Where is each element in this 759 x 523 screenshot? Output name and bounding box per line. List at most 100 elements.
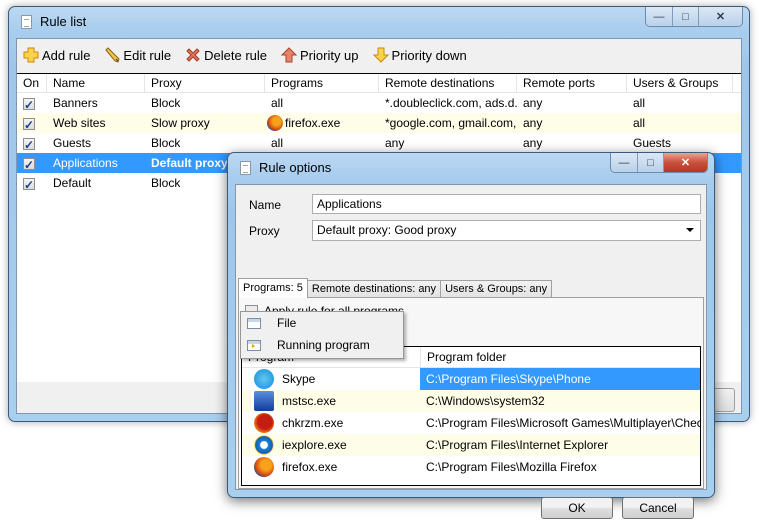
dialog-maximize-button[interactable]: □: [637, 153, 663, 172]
program-name: Skype: [282, 372, 316, 386]
proxy-select[interactable]: Default proxy: Good proxy: [312, 220, 701, 241]
document-icon: [21, 15, 32, 29]
program-folder: C:\Program Files\Internet Explorer: [426, 438, 609, 452]
checkers-icon: [254, 413, 274, 433]
column-header-users-groups[interactable]: Users & Groups: [627, 74, 733, 92]
rule-users: Guests: [633, 136, 672, 150]
tab-programs[interactable]: Programs: 5: [238, 278, 308, 298]
rule-name: Web sites: [53, 116, 106, 130]
window-title: Rule list: [40, 14, 87, 29]
program-row[interactable]: chkrzm.exe C:\Program Files\Microsoft Ga…: [242, 412, 700, 434]
dialog-close-button[interactable]: ✕: [663, 153, 707, 172]
close-icon: ✕: [680, 157, 691, 169]
tab-remote-destinations[interactable]: Remote destinations: any: [306, 280, 442, 298]
menu-item-label: File: [277, 316, 297, 330]
pencil-icon: [104, 47, 120, 63]
priority-up-button[interactable]: Priority up: [280, 43, 359, 67]
running-program-icon: [247, 339, 261, 351]
priority-down-label: Priority down: [391, 47, 467, 63]
program-row[interactable]: iexplore.exe C:\Program Files\Internet E…: [242, 434, 700, 456]
program-folder: C:\Windows\system32: [426, 394, 545, 408]
table-row[interactable]: Web sites Slow proxy firefox.exe *google…: [17, 113, 741, 133]
cancel-button[interactable]: Cancel: [622, 497, 694, 519]
menu-item-running-program[interactable]: Running program: [241, 334, 403, 356]
rule-enabled-checkbox[interactable]: [23, 155, 35, 173]
rule-users: all: [633, 96, 646, 110]
edit-rule-button[interactable]: Edit rule: [104, 43, 171, 67]
add-rule-label: Add rule: [42, 47, 91, 63]
name-input[interactable]: Applications: [312, 194, 701, 214]
delete-rule-button[interactable]: Delete rule: [185, 43, 267, 67]
rule-programs: all: [271, 136, 284, 150]
column-header-on[interactable]: On: [17, 74, 47, 92]
program-row[interactable]: firefox.exe C:\Program Files\Mozilla Fir…: [242, 456, 700, 478]
window-icon: [247, 317, 261, 329]
priority-up-label: Priority up: [300, 47, 359, 63]
arrow-up-icon: [280, 47, 298, 63]
column-header-remote-destinations[interactable]: Remote destinations: [379, 74, 517, 92]
menu-item-file[interactable]: File: [241, 312, 403, 334]
program-folder: C:\Program Files\Mozilla Firefox: [426, 460, 597, 474]
rule-list-header: On Name Proxy Programs Remote destinatio…: [17, 74, 741, 93]
proxy-label: Proxy: [249, 224, 280, 238]
column-header-remote-ports[interactable]: Remote ports: [517, 74, 627, 92]
rule-programs: firefox.exe: [285, 116, 341, 130]
close-button[interactable]: ✕: [698, 7, 742, 26]
program-name: iexplore.exe: [282, 438, 347, 452]
rule-enabled-checkbox[interactable]: [23, 175, 35, 193]
dialog-caption-buttons: — □ ✕: [610, 153, 708, 173]
rule-name: Guests: [53, 136, 92, 150]
ok-button[interactable]: OK: [541, 497, 613, 519]
rule-ports: any: [523, 136, 543, 150]
program-list[interactable]: Program Program folder Skype C:\Program …: [241, 346, 701, 486]
program-row-selected[interactable]: Skype C:\Program Files\Skype\Phone: [242, 368, 700, 390]
minimize-button[interactable]: —: [646, 7, 672, 26]
dialog-title-bar[interactable]: Rule options — □ ✕: [228, 153, 714, 183]
column-header-name[interactable]: Name: [47, 74, 145, 92]
rule-ports: any: [523, 116, 543, 130]
firefox-icon: [267, 115, 283, 131]
remote-desktop-icon: [254, 391, 274, 411]
tab-users-groups[interactable]: Users & Groups: any: [440, 280, 553, 298]
column-header-program-folder[interactable]: Program folder: [420, 347, 700, 367]
rule-enabled-checkbox[interactable]: [23, 95, 35, 113]
minimize-icon: —: [618, 156, 630, 169]
caption-buttons: — □ ✕: [645, 7, 743, 27]
rule-enabled-checkbox[interactable]: [23, 135, 35, 153]
add-rule-button[interactable]: Add rule: [23, 43, 90, 67]
rule-proxy: Block: [151, 136, 181, 150]
priority-down-button[interactable]: Priority down: [372, 43, 467, 67]
program-folder: C:\Program Files\Skype\Phone: [420, 368, 700, 390]
program-name: chkrzm.exe: [282, 416, 344, 430]
minimize-icon: —: [653, 10, 665, 23]
rule-destinations: *google.com, gmail.com, ...: [385, 116, 517, 130]
rule-ports: any: [523, 96, 543, 110]
delete-rule-label: Delete rule: [204, 47, 267, 63]
table-row[interactable]: Banners Block all *.doubleclick.com, ads…: [17, 93, 741, 113]
dialog-title: Rule options: [259, 160, 332, 175]
program-row[interactable]: mstsc.exe C:\Windows\system32: [242, 390, 700, 412]
maximize-icon: □: [647, 156, 654, 169]
title-bar[interactable]: Rule list — □ ✕: [9, 7, 749, 37]
table-row[interactable]: Guests Block all any any Guests: [17, 133, 741, 153]
proxy-selected-value: Default proxy: Good proxy: [317, 223, 457, 237]
maximize-icon: □: [682, 10, 689, 23]
firefox-icon: [254, 457, 274, 477]
program-folder: C:\Program Files\Microsoft Games\Multipl…: [426, 416, 700, 430]
rule-proxy: Slow proxy: [151, 116, 210, 130]
edit-rule-label: Edit rule: [123, 47, 172, 63]
rule-destinations: any: [385, 136, 405, 150]
dialog-minimize-button[interactable]: —: [611, 153, 637, 172]
rule-name: Applications: [53, 156, 118, 170]
column-header-proxy[interactable]: Proxy: [145, 74, 265, 92]
internet-explorer-icon: [254, 435, 274, 455]
skype-icon: [254, 369, 274, 389]
maximize-button[interactable]: □: [672, 7, 698, 26]
column-header-programs[interactable]: Programs: [265, 74, 379, 92]
menu-item-label: Running program: [277, 338, 370, 352]
delete-x-icon: [185, 47, 201, 63]
rule-enabled-checkbox[interactable]: [23, 115, 35, 133]
rule-name: Default: [53, 176, 92, 190]
tab-strip: Programs: 5 Remote destinations: any Use…: [238, 278, 553, 298]
plus-icon: [23, 47, 39, 63]
